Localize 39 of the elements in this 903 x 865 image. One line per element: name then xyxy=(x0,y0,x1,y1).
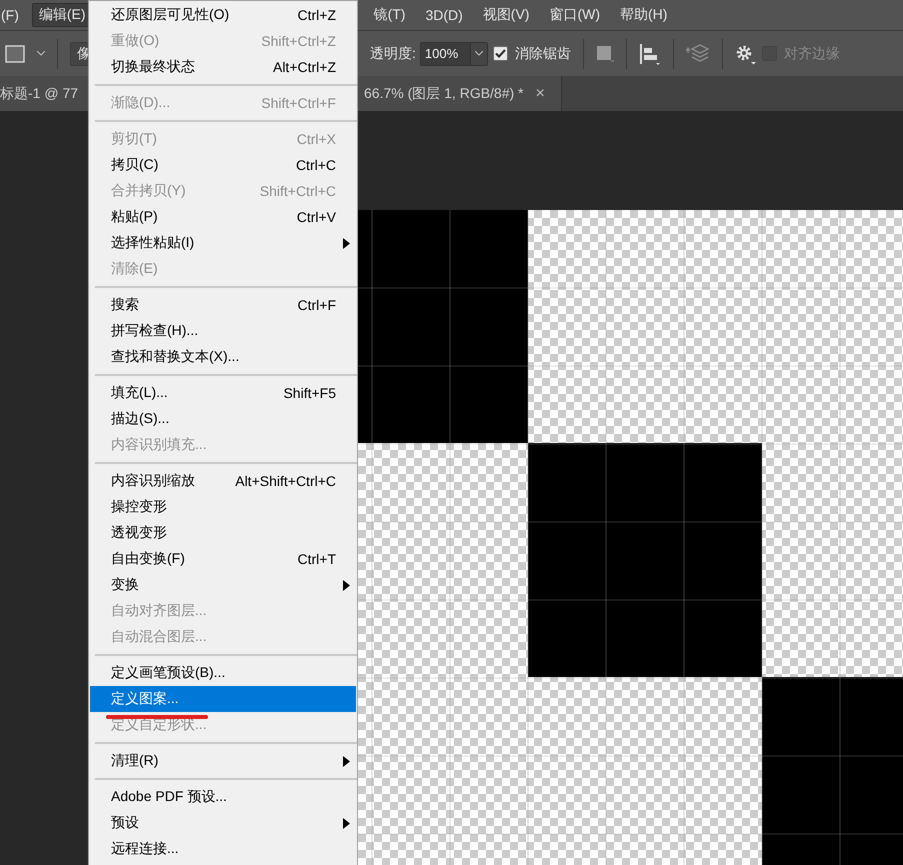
menu-bar-item[interactable]: (F) xyxy=(0,3,26,27)
menu-bar-item[interactable]: 视图(V) xyxy=(476,3,536,27)
menu-item[interactable]: 操控变形 xyxy=(90,494,356,520)
square-icon[interactable] xyxy=(596,44,614,62)
opacity-label: 透明度: xyxy=(370,44,416,62)
menu-item[interactable]: 变换 xyxy=(90,572,356,598)
menu-item[interactable]: 预设 xyxy=(90,810,356,836)
menu-item[interactable]: 拼写检查(H)... xyxy=(90,318,356,344)
menu-item[interactable]: 选择性粘贴(I) xyxy=(90,230,356,256)
menu-item[interactable]: 查找和替换文本(X)... xyxy=(90,344,356,370)
rectangle-shape-icon[interactable] xyxy=(5,44,25,62)
anti-alias-label: 消除锯齿 xyxy=(514,44,571,62)
menu-bar-item[interactable]: 镜(T) xyxy=(366,3,412,27)
menu-bar-item[interactable]: 帮助(H) xyxy=(613,3,674,27)
menu-item[interactable]: 描边(S)... xyxy=(90,406,356,432)
checkbox[interactable] xyxy=(492,46,508,61)
submenu-arrow-icon xyxy=(343,756,350,767)
align-left-icon[interactable] xyxy=(638,42,661,64)
submenu-arrow-icon xyxy=(343,818,350,829)
menu-item[interactable]: 清理(R) xyxy=(90,748,356,774)
menu-item[interactable]: 粘贴(P) Ctrl+V xyxy=(90,204,356,230)
document-tab[interactable]: 标题-1 @ 77 xyxy=(0,76,90,111)
menu-item[interactable]: Adobe PDF 预设... xyxy=(90,784,356,810)
submenu-arrow-icon xyxy=(343,580,350,591)
caret-icon xyxy=(37,51,45,56)
menu-item[interactable]: 填充(L)... Shift+F5 xyxy=(90,380,356,406)
menu-item[interactable]: 透视变形 xyxy=(90,520,356,546)
menu-item[interactable]: 内容识别缩放 Alt+Shift+Ctrl+C xyxy=(90,468,356,494)
menu-bar-item[interactable]: 3D(D) xyxy=(418,3,470,27)
menu-item[interactable]: 定义画笔预设(B)... xyxy=(90,660,356,686)
close-button[interactable]: × xyxy=(534,84,547,102)
menu-item[interactable]: 自由变换(F) Ctrl+T xyxy=(90,546,356,572)
menu-item[interactable]: 拷贝(C) Ctrl+C xyxy=(90,152,356,178)
menu-item[interactable]: 远程连接... xyxy=(90,836,356,862)
menu-item[interactable]: 还原图层可见性(O) Ctrl+Z xyxy=(90,2,356,28)
document-tab[interactable]: 66.7% (图层 1, RGB/8#) * × xyxy=(358,76,562,111)
menu-item[interactable]: 搜索 Ctrl+F xyxy=(90,292,356,318)
menu-bar-item[interactable]: 窗口(W) xyxy=(542,3,608,27)
submenu-arrow-icon xyxy=(343,238,350,249)
